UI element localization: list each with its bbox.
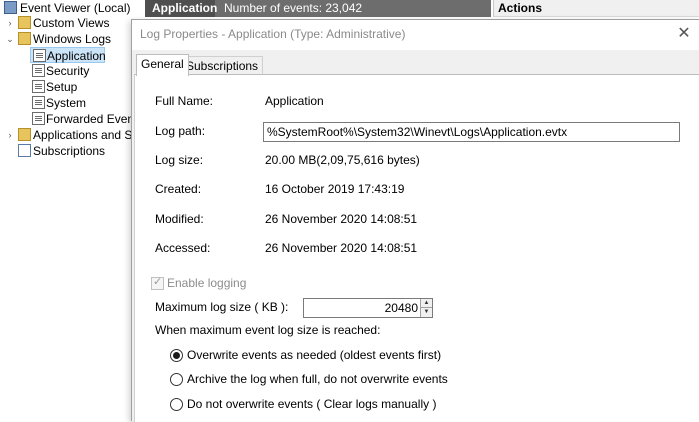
subscriptions-icon [18,144,31,157]
log-size-label: Log size: [155,153,204,167]
do-not-overwrite-label: Do not overwrite events ( Clear logs man… [187,397,437,411]
log-icon [32,64,45,77]
tree-item-setup[interactable]: Setup [30,79,130,95]
archive-when-full-label: Archive the log when full, do not overwr… [187,372,448,386]
max-log-size-stepper[interactable]: 20480 ▲ ▼ [303,298,433,318]
folder-icon [18,32,31,45]
spin-down-icon[interactable]: ▼ [420,308,432,317]
max-log-size-label: Maximum log size ( KB ): [155,300,289,314]
max-log-size-value: 20480 [384,301,418,315]
chevron-right-icon[interactable]: › [5,15,15,31]
navigation-tree: Event Viewer (Local) › Custom Views ⌄ Wi… [0,0,132,421]
accessed-label: Accessed: [155,241,211,255]
log-path-field[interactable]: %SystemRoot%\System32\Winevt\Logs\Applic… [263,122,680,142]
log-icon [33,49,46,62]
dialog-titlebar[interactable]: Log Properties - Application (Type: Admi… [132,20,699,50]
close-icon[interactable]: ✕ [673,23,695,45]
enable-logging-label: Enable logging [167,276,247,290]
tree-item-custom-views[interactable]: › Custom Views [0,15,132,31]
tree-item-security[interactable]: Security [30,63,130,79]
tab-subscriptions[interactable]: Subscriptions [181,56,264,76]
tree-item-subscriptions[interactable]: Subscriptions [0,143,132,159]
size-policy-label: When maximum event log size is reached: [155,323,381,337]
created-label: Created: [155,182,202,196]
enable-logging-checkbox[interactable]: ✓ [151,276,164,290]
spin-up-icon[interactable]: ▲ [420,299,432,308]
tree-item-system[interactable]: System [30,95,130,111]
event-viewer-icon [4,1,17,14]
archive-when-full-radio[interactable] [170,373,183,386]
checkmark-icon: ✓ [153,276,163,288]
log-icon [32,80,45,93]
tree-item-event-viewer[interactable]: Event Viewer (Local) [0,0,132,16]
overwrite-as-needed-radio[interactable] [170,349,183,362]
event-count-label: Number of events: 23,042 [224,1,363,15]
tab-general[interactable]: General [136,54,189,76]
tree-item-windows-logs[interactable]: ⌄ Windows Logs [0,31,132,47]
tree-item-forwarded-events[interactable]: Forwarded Events [30,111,132,127]
actions-pane-header: Actions [493,0,699,17]
folder-icon [18,128,31,141]
do-not-overwrite-radio[interactable] [170,398,183,411]
tree-item-application[interactable]: Application [30,47,106,63]
dialog-title: Log Properties - Application (Type: Admi… [140,27,406,41]
log-header-bar: Application Number of events: 23,042 [145,0,491,17]
accessed-value: 26 November 2020 14:08:51 [265,241,418,255]
folder-icon [18,16,31,29]
log-path-label: Log path: [155,124,206,138]
log-properties-dialog: Log Properties - Application (Type: Admi… [131,19,699,422]
chevron-right-icon[interactable]: › [5,127,15,143]
log-icon [32,96,45,109]
log-name-label: Application [145,0,217,17]
full-name-value: Application [265,94,324,108]
modified-value: 26 November 2020 14:08:51 [265,212,418,226]
modified-label: Modified: [155,212,204,226]
log-size-value: 20.00 MB(2,09,75,616 bytes) [265,153,420,167]
overwrite-as-needed-label: Overwrite events as needed (oldest event… [187,348,442,362]
general-tab-panel: Full Name: Application Log path: %System… [134,74,699,422]
full-name-label: Full Name: [155,94,214,108]
chevron-down-icon[interactable]: ⌄ [5,31,15,47]
created-value: 16 October 2019 17:43:19 [265,182,405,196]
log-icon [32,112,45,125]
tree-item-applications-services[interactable]: › Applications and Ser [0,127,132,143]
